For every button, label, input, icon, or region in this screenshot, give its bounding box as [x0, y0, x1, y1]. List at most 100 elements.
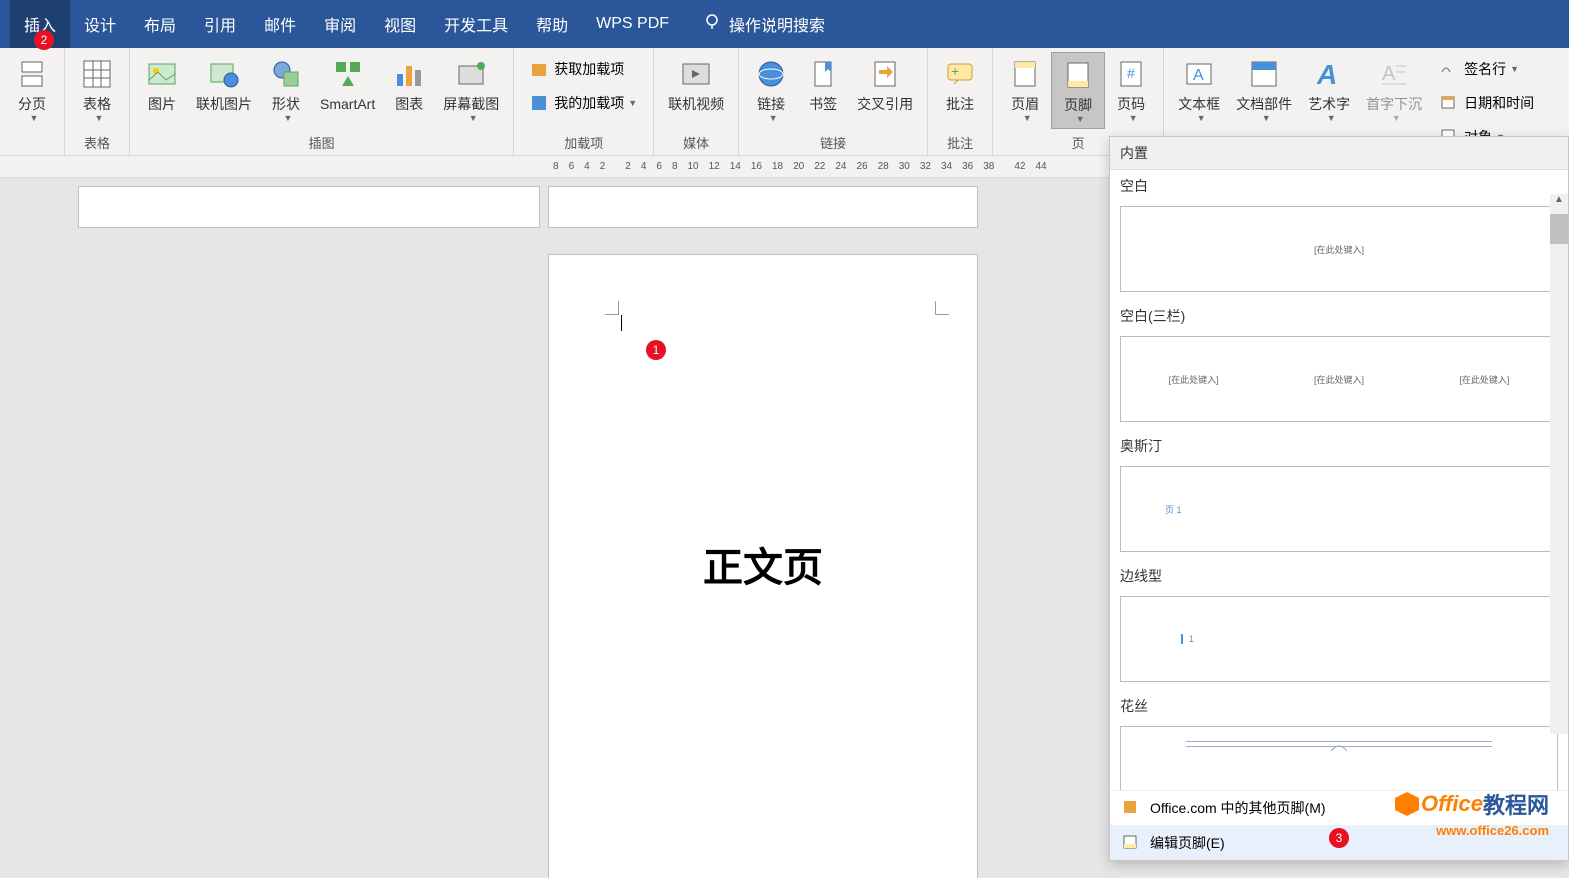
footer-gallery-dropdown: 内置 空白 [在此处键入] 空白(三栏) [在此处键入] [在此处键入] [在此…: [1109, 136, 1569, 861]
cross-reference-button[interactable]: 交叉引用: [849, 52, 921, 117]
gallery-item-sideline-title: 边线型: [1110, 560, 1568, 592]
lightbulb-icon: [703, 13, 721, 36]
page-break-icon: [14, 56, 50, 92]
tab-review[interactable]: 审阅: [310, 0, 370, 48]
shapes-button[interactable]: 形状 ▼: [260, 52, 312, 127]
gallery-item-blank[interactable]: [在此处键入]: [1120, 206, 1558, 292]
annotation-badge-2: 2: [34, 30, 54, 50]
tab-design[interactable]: 设计: [70, 0, 130, 48]
svg-text:A: A: [1193, 67, 1204, 84]
svg-text:+: +: [951, 63, 959, 79]
store-icon: [530, 60, 548, 78]
office-logo-icon: [1393, 790, 1421, 818]
table-icon: [79, 56, 115, 92]
link-button[interactable]: 链接 ▼: [745, 52, 797, 127]
textbox-icon: A: [1181, 56, 1217, 92]
scroll-up-icon[interactable]: ▲: [1550, 194, 1568, 212]
document-heading[interactable]: 正文页: [549, 535, 977, 593]
drop-cap-icon: A: [1376, 56, 1412, 92]
gallery-item-austin-title: 奥斯汀: [1110, 430, 1568, 462]
group-label-media: 媒体: [660, 130, 732, 155]
office-icon: [1122, 799, 1140, 817]
online-pictures-icon: [206, 56, 242, 92]
header-button[interactable]: 页眉 ▼: [999, 52, 1051, 127]
gallery-item-filigree-title: 花丝: [1110, 690, 1568, 722]
gallery-item-austin[interactable]: 页 1: [1120, 466, 1558, 552]
ribbon-group-media: 联机视频 媒体: [654, 48, 739, 155]
page-number-icon: #: [1113, 56, 1149, 92]
chevron-down-icon: ▼: [628, 98, 637, 108]
table-button[interactable]: 表格 ▼: [71, 52, 123, 127]
screenshot-button[interactable]: 屏幕截图 ▼: [435, 52, 507, 127]
document-page[interactable]: 正文页: [548, 254, 978, 878]
ribbon-group-links: 链接 ▼ 书签 交叉引用 链接: [739, 48, 928, 155]
tell-me-search[interactable]: 操作说明搜索: [703, 12, 825, 36]
screenshot-icon: [453, 56, 489, 92]
smartart-icon: [330, 56, 366, 92]
group-label-tables: 表格: [71, 130, 123, 155]
online-pictures-button[interactable]: 联机图片: [188, 52, 260, 117]
chevron-down-icon: ▼: [1023, 113, 1032, 123]
page-break-button[interactable]: 分页 ▼: [6, 52, 58, 127]
get-addins-button[interactable]: 获取加载项: [524, 56, 643, 82]
drop-cap-button[interactable]: A 首字下沉 ▼: [1358, 52, 1430, 127]
watermark-logo: Office 教程网 www.office26.com: [1393, 788, 1549, 838]
svg-text:#: #: [1127, 65, 1135, 81]
prev-page-bottom-right[interactable]: [548, 186, 978, 228]
tab-wps-pdf[interactable]: WPS PDF: [582, 0, 683, 48]
chevron-down-icon: ▼: [769, 113, 778, 123]
wordart-icon: A: [1311, 56, 1347, 92]
online-video-button[interactable]: 联机视频: [660, 52, 732, 117]
wordart-button[interactable]: A 艺术字 ▼: [1300, 52, 1358, 127]
comment-button[interactable]: + 批注: [934, 52, 986, 117]
signature-line-button[interactable]: 签名行 ▼: [1434, 56, 1540, 82]
date-time-button[interactable]: 日期和时间: [1434, 90, 1540, 116]
bookmark-button[interactable]: 书签: [797, 52, 849, 117]
tab-references[interactable]: 引用: [190, 0, 250, 48]
tab-view[interactable]: 视图: [370, 0, 430, 48]
edit-footer-icon: [1122, 834, 1140, 852]
pictures-icon: [144, 56, 180, 92]
page-number-button[interactable]: # 页码 ▼: [1105, 52, 1157, 127]
annotation-badge-3: 3: [1329, 828, 1349, 848]
comment-icon: +: [942, 56, 978, 92]
gallery-item-blank-title: 空白: [1110, 170, 1568, 202]
calendar-icon: [1440, 94, 1458, 112]
gallery-item-blank3[interactable]: [在此处键入] [在此处键入] [在此处键入]: [1120, 336, 1558, 422]
gallery-item-sideline[interactable]: 1: [1120, 596, 1558, 682]
pictures-button[interactable]: 图片: [136, 52, 188, 117]
my-addins-button[interactable]: 我的加载项 ▼: [524, 90, 643, 116]
shapes-icon: [268, 56, 304, 92]
tab-layout[interactable]: 布局: [130, 0, 190, 48]
ribbon-group-illustrations: 图片 联机图片 形状 ▼ SmartArt 图表 屏幕截图: [130, 48, 514, 155]
link-icon: [753, 56, 789, 92]
tab-help[interactable]: 帮助: [522, 0, 582, 48]
chevron-down-icon: ▼: [30, 113, 39, 123]
tab-mailings[interactable]: 邮件: [250, 0, 310, 48]
prev-page-bottom[interactable]: [78, 186, 540, 228]
chevron-down-icon: ▼: [1076, 114, 1085, 124]
chevron-down-icon: ▼: [469, 113, 478, 123]
quick-parts-icon: [1246, 56, 1282, 92]
chevron-down-icon: ▼: [1197, 113, 1206, 123]
ribbon-group-pages: 分页 ▼: [0, 48, 65, 155]
chevron-down-icon: ▼: [1327, 113, 1336, 123]
footer-button[interactable]: 页脚 ▼: [1051, 52, 1105, 129]
tab-developer[interactable]: 开发工具: [430, 0, 522, 48]
gallery-item-blank3-title: 空白(三栏): [1110, 300, 1568, 332]
footer-icon: [1060, 57, 1096, 93]
gallery-item-filigree[interactable]: [1120, 726, 1558, 790]
gallery-scrollbar[interactable]: ▲: [1550, 194, 1568, 734]
quick-parts-button[interactable]: 文档部件 ▼: [1228, 52, 1300, 127]
scrollbar-thumb[interactable]: [1550, 214, 1568, 244]
group-label-comments: 批注: [934, 130, 986, 155]
smartart-button[interactable]: SmartArt: [312, 52, 383, 117]
ribbon-group-tables: 表格 ▼ 表格: [65, 48, 130, 155]
chart-button[interactable]: 图表: [383, 52, 435, 117]
bookmark-icon: [805, 56, 841, 92]
textbox-button[interactable]: A 文本框 ▼: [1170, 52, 1228, 127]
video-icon: [678, 56, 714, 92]
svg-text:A: A: [1316, 59, 1337, 90]
ribbon-group-comments: + 批注 批注: [928, 48, 993, 155]
chevron-down-icon: ▼: [284, 113, 293, 123]
